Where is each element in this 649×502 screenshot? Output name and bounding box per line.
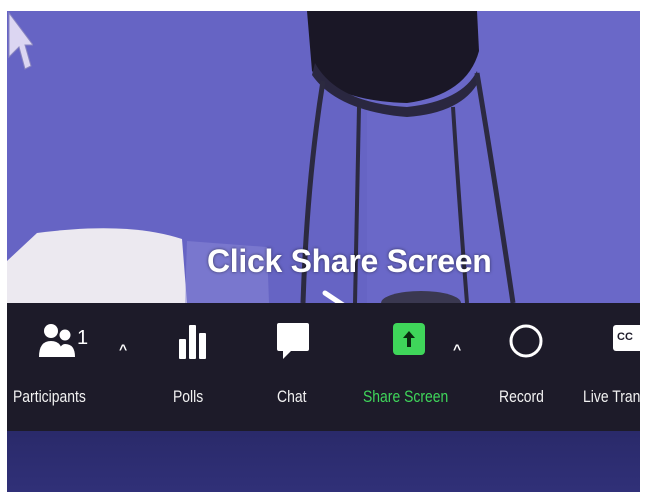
participants-count: 1 [77, 327, 89, 349]
record-button[interactable]: Record [497, 303, 557, 431]
screenshot-frame: Click Share Screen 1 Participants ^ Poll… [7, 11, 640, 492]
participants-icon [39, 324, 75, 357]
mouse-cursor-icon [8, 11, 33, 70]
share-screen-options-caret[interactable]: ^ [453, 341, 461, 357]
polls-icon [179, 325, 206, 359]
video-bottom-strip [7, 431, 640, 492]
share-screen-icon [393, 323, 425, 355]
cc-badge-text: CC [617, 331, 633, 343]
share-screen-label: Share Screen [363, 387, 449, 406]
share-screen-button[interactable]: Share Screen [359, 303, 469, 431]
chat-button[interactable]: Chat [269, 303, 329, 431]
record-label: Record [499, 387, 544, 406]
participants-button[interactable]: 1 Participants [13, 303, 113, 431]
participants-label: Participants [13, 387, 86, 406]
live-transcript-button[interactable]: CC Live Trans [579, 303, 640, 431]
annotation-text: Click Share Screen [207, 243, 492, 279]
meeting-toolbar: 1 Participants ^ Polls Chat Share Screen… [7, 303, 640, 431]
chat-label: Chat [277, 387, 307, 406]
polls-label: Polls [173, 387, 204, 406]
live-transcript-label: Live Trans [583, 387, 640, 406]
polls-button[interactable]: Polls [165, 303, 225, 431]
chat-icon [277, 323, 309, 359]
participants-options-caret[interactable]: ^ [119, 341, 127, 357]
record-icon [509, 324, 543, 358]
video-feed: Click Share Screen [7, 11, 640, 303]
